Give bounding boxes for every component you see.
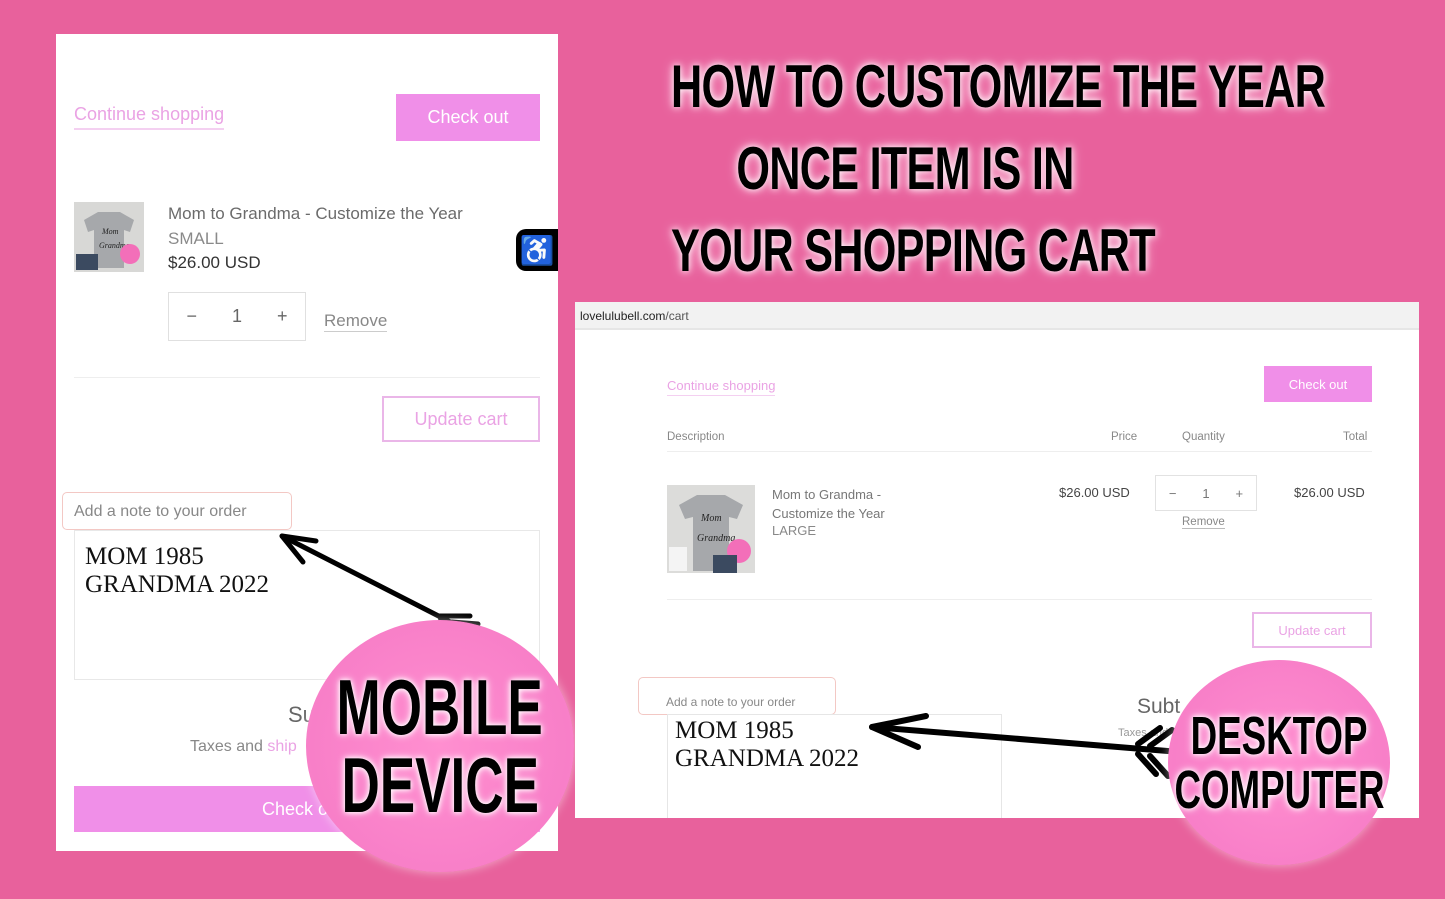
increase-quantity-button[interactable]: + xyxy=(277,306,288,327)
divider xyxy=(667,599,1372,600)
headline-line-1: HOW TO CUSTOMIZE THE YEAR xyxy=(671,53,1326,120)
divider xyxy=(667,451,1372,452)
checkout-button[interactable]: Check out xyxy=(1264,366,1372,402)
taxes-text: Taxes and xyxy=(190,738,268,755)
update-cart-button[interactable]: Update cart xyxy=(382,396,540,442)
headline-line-2: ONCE ITEM IS IN xyxy=(736,135,1074,202)
quantity-input[interactable]: 1 xyxy=(1202,486,1209,501)
increase-quantity-button[interactable]: + xyxy=(1235,486,1243,501)
product-thumbnail[interactable]: Mom Grandma xyxy=(74,202,144,272)
svg-text:Grandma: Grandma xyxy=(697,533,735,544)
product-variant: SMALL xyxy=(168,229,224,248)
svg-text:Mom: Mom xyxy=(700,513,722,524)
taxes-note: Taxes and xyxy=(1118,727,1169,739)
mobile-device-badge: MOBILE DEVICE xyxy=(306,620,574,872)
taxes-note: Taxes and ship xyxy=(190,738,297,756)
badge-line-1: MOBILE xyxy=(336,663,544,751)
remove-link[interactable]: Remove xyxy=(1182,516,1225,529)
headline: HOW TO CUSTOMIZE THE YEAR ONCE ITEM IS I… xyxy=(671,46,1326,292)
decrease-quantity-button[interactable]: − xyxy=(186,306,197,327)
product-price: $26.00 USD xyxy=(168,253,261,272)
column-header-total: Total xyxy=(1343,431,1368,443)
svg-text:Mom: Mom xyxy=(101,227,119,236)
update-cart-button[interactable]: Update cart xyxy=(1252,612,1372,648)
product-name[interactable]: Mom to Grandma - Customize the Year xyxy=(168,204,463,224)
quantity-input[interactable]: 1 xyxy=(232,306,242,327)
column-header-description: Description xyxy=(667,431,725,443)
url-path: /cart xyxy=(665,309,689,323)
column-header-price: Price xyxy=(1111,431,1138,443)
order-note-label: Add a note to your order xyxy=(62,492,292,530)
order-note-label: Add a note to your order xyxy=(638,677,836,715)
product-name[interactable]: Mom to Grandma - Customize the Year xyxy=(772,485,922,523)
product-thumbnail[interactable]: Mom Grandma xyxy=(667,485,755,573)
product-price: $26.00 USD xyxy=(1059,485,1130,500)
quantity-stepper: − 1 + xyxy=(1155,475,1257,511)
quantity-stepper: − 1 + xyxy=(168,292,306,341)
badge-line-2: DEVICE xyxy=(341,741,539,829)
order-note-textarea[interactable]: MOM 1985 GRANDMA 2022 xyxy=(667,714,1002,818)
subtotal-label: Subt xyxy=(1137,695,1181,718)
shipping-link[interactable]: ship xyxy=(267,738,296,755)
continue-shopping-link[interactable]: Continue shopping xyxy=(74,104,225,130)
line-total: $26.00 USD xyxy=(1294,485,1365,500)
divider xyxy=(74,377,540,378)
product-variant: LARGE xyxy=(772,523,817,538)
url-domain: lovelulubell.com xyxy=(580,309,666,323)
continue-shopping-link[interactable]: Continue shopping xyxy=(667,378,776,396)
decrease-quantity-button[interactable]: − xyxy=(1169,486,1177,501)
desktop-computer-badge: DESKTOP COMPUTER xyxy=(1168,660,1390,865)
checkout-button[interactable]: Check out xyxy=(396,94,540,141)
badge-line-2: COMPUTER xyxy=(1173,759,1385,820)
column-header-quantity: Quantity xyxy=(1182,431,1225,443)
remove-link[interactable]: Remove xyxy=(324,311,388,332)
accessibility-icon[interactable]: ♿ xyxy=(516,229,558,271)
address-bar[interactable]: lovelulubell.com/cart xyxy=(575,302,1419,330)
headline-line-3: YOUR SHOPPING CART xyxy=(671,217,1156,284)
badge-line-1: DESKTOP xyxy=(1190,705,1368,766)
